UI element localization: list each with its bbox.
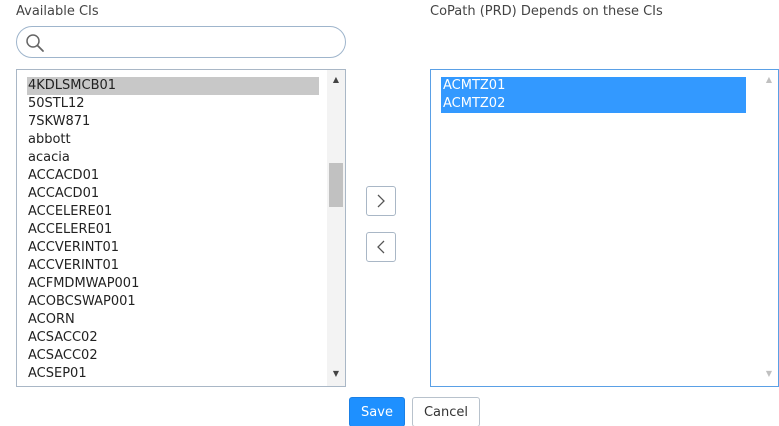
list-item[interactable]: 7SKW871 xyxy=(27,113,319,131)
remove-from-selected-button[interactable] xyxy=(366,232,396,262)
scroll-down-arrow-icon[interactable]: ▼ xyxy=(327,366,345,382)
search-icon xyxy=(25,33,45,53)
search-box[interactable] xyxy=(16,26,346,58)
list-item[interactable]: ACMTZ01 xyxy=(441,77,746,95)
list-item[interactable]: ACOBCSWAP001 xyxy=(27,293,319,311)
scroll-thumb[interactable] xyxy=(329,163,343,207)
scrollbar[interactable]: ▲ ▼ xyxy=(760,70,778,386)
depends-on-label: CoPath (PRD) Depends on these CIs xyxy=(430,4,663,19)
list-item[interactable]: ACSEP01 xyxy=(27,365,319,383)
list-item[interactable]: ACMTZ02 xyxy=(441,95,746,113)
list-item[interactable]: ACCELERE01 xyxy=(27,221,319,239)
list-item[interactable]: ACCACD01 xyxy=(27,185,319,203)
chevron-left-icon xyxy=(377,240,385,254)
list-item[interactable]: abbott xyxy=(27,131,319,149)
list-item[interactable]: ACCACD01 xyxy=(27,167,319,185)
scroll-up-arrow-icon[interactable]: ▲ xyxy=(760,72,778,88)
add-to-selected-button[interactable] xyxy=(366,186,396,216)
list-item[interactable]: ACCVERINT01 xyxy=(27,257,319,275)
depends-on-list[interactable]: ACMTZ01 ACMTZ02 ▲ ▼ xyxy=(430,69,779,387)
search-input[interactable] xyxy=(49,31,339,53)
list-item[interactable]: ACSACC02 xyxy=(27,347,319,365)
scroll-down-arrow-icon[interactable]: ▼ xyxy=(760,366,778,382)
list-item[interactable]: ACCVERINT01 xyxy=(27,239,319,257)
list-item[interactable]: ACSACC02 xyxy=(27,329,319,347)
list-item[interactable]: 4KDLSMCB01 xyxy=(27,77,319,95)
cancel-button[interactable]: Cancel xyxy=(412,397,480,426)
scroll-up-arrow-icon[interactable]: ▲ xyxy=(327,72,345,88)
available-cis-list[interactable]: 4KDLSMCB01 50STL12 7SKW871 abbott acacia ACCA… xyxy=(16,69,346,387)
chevron-right-icon xyxy=(377,194,385,208)
list-item[interactable]: ACFMDMWAP001 xyxy=(27,275,319,293)
list-item[interactable]: ACCELERE01 xyxy=(27,203,319,221)
list-item[interactable]: ACORN xyxy=(27,311,319,329)
available-cis-label: Available CIs xyxy=(16,4,99,19)
list-item[interactable]: acacia xyxy=(27,149,319,167)
save-button[interactable]: Save xyxy=(349,397,405,426)
list-item[interactable]: 50STL12 xyxy=(27,95,319,113)
scrollbar[interactable]: ▲ ▼ xyxy=(327,70,345,386)
